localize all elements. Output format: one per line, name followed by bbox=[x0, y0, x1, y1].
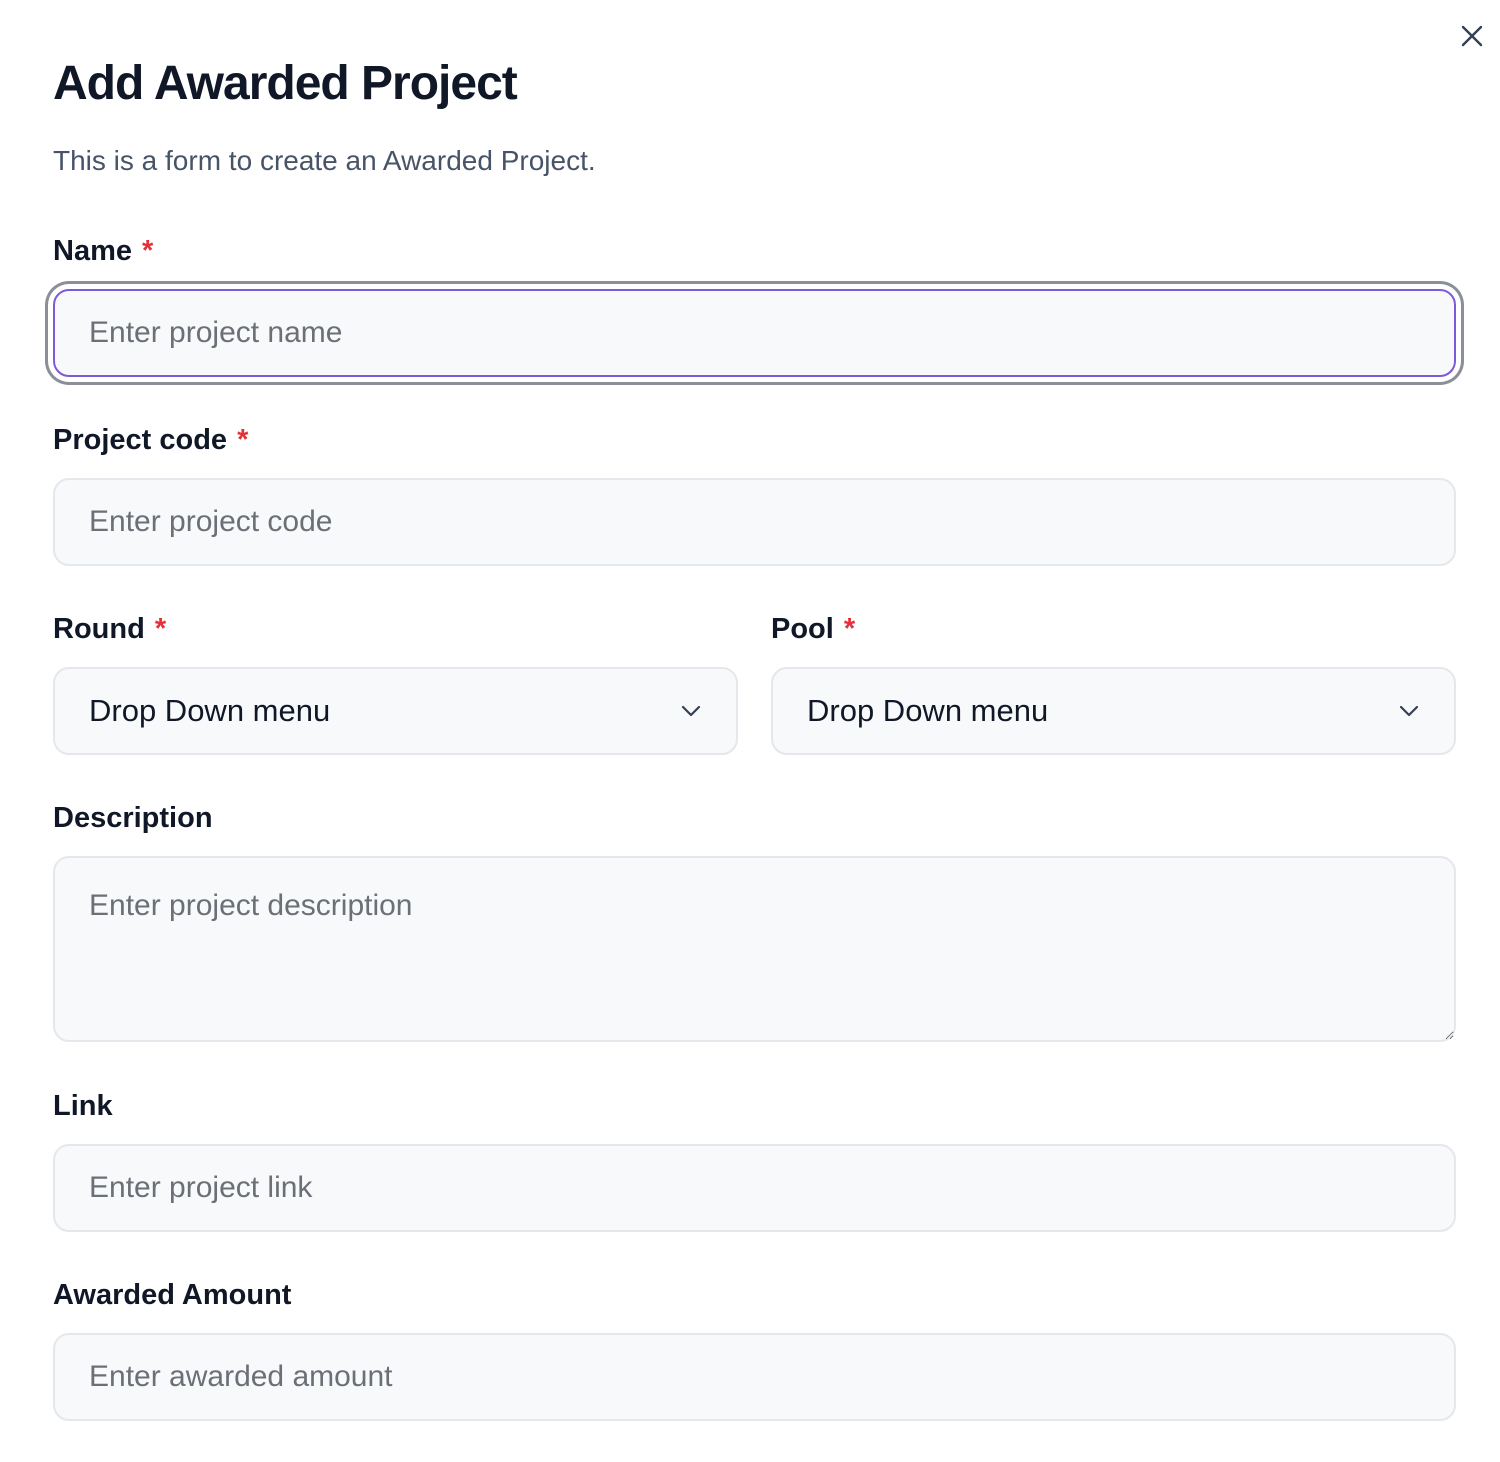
description-label-text: Description bbox=[53, 802, 213, 834]
description-textarea[interactable] bbox=[53, 856, 1456, 1042]
required-asterisk: * bbox=[237, 424, 249, 456]
pool-select-value: Drop Down menu bbox=[807, 693, 1049, 728]
close-icon bbox=[1461, 25, 1483, 52]
round-select[interactable]: Drop Down menu bbox=[53, 667, 738, 755]
pool-label-text: Pool bbox=[771, 613, 834, 645]
awarded-amount-input[interactable] bbox=[53, 1333, 1456, 1421]
name-input[interactable] bbox=[53, 289, 1456, 377]
dialog-title: Add Awarded Project bbox=[53, 57, 518, 110]
description-label: Description bbox=[53, 801, 213, 835]
link-label-text: Link bbox=[53, 1090, 113, 1122]
round-label: Round * bbox=[53, 612, 166, 646]
project-code-input[interactable] bbox=[53, 478, 1456, 566]
required-asterisk: * bbox=[154, 613, 167, 645]
round-label-text: Round bbox=[53, 613, 145, 645]
project-code-label: Project code * bbox=[53, 423, 248, 457]
link-input[interactable] bbox=[53, 1144, 1456, 1232]
awarded-amount-label: Awarded Amount bbox=[53, 1278, 291, 1312]
chevron-down-icon bbox=[1398, 700, 1420, 722]
close-button[interactable] bbox=[1456, 22, 1488, 54]
name-label-text: Name bbox=[53, 235, 132, 267]
required-asterisk: * bbox=[142, 235, 154, 267]
name-label: Name * bbox=[53, 234, 153, 268]
pool-label: Pool * bbox=[771, 612, 855, 646]
project-code-label-text: Project code bbox=[53, 424, 228, 456]
dialog-subtitle: This is a form to create an Awarded Proj… bbox=[53, 145, 596, 176]
link-label: Link bbox=[53, 1089, 113, 1123]
required-asterisk: * bbox=[843, 613, 856, 645]
awarded-amount-label-text: Awarded Amount bbox=[53, 1279, 292, 1311]
chevron-down-icon bbox=[680, 700, 702, 722]
pool-select[interactable]: Drop Down menu bbox=[771, 667, 1456, 755]
round-select-value: Drop Down menu bbox=[89, 693, 331, 728]
